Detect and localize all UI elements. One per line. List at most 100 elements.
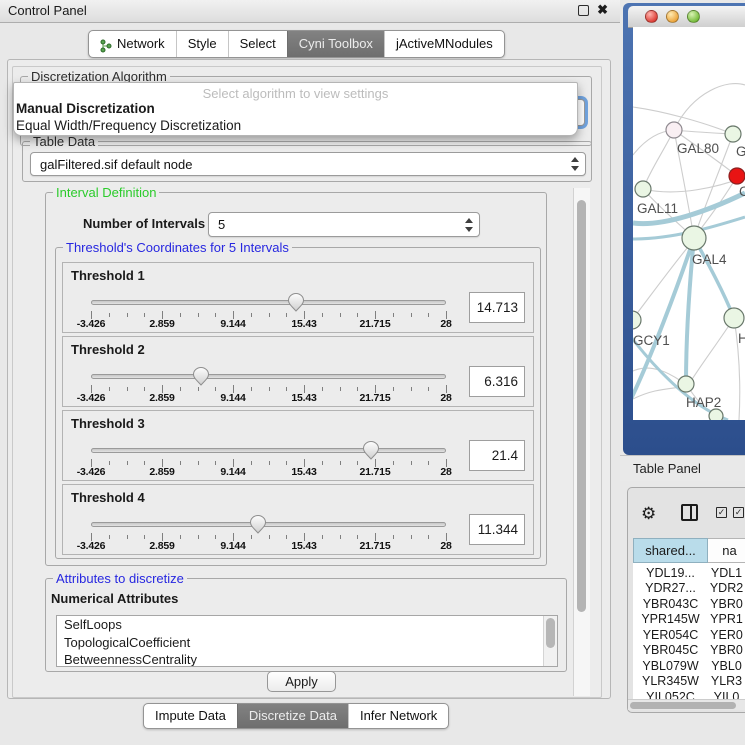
slider-tick [251,461,252,465]
slider-tick [428,461,429,465]
dropdown-item-equal-width-frequency[interactable]: Equal Width/Frequency Discretization [16,118,241,133]
slider-tick [198,387,199,391]
threshold-1-slider[interactable]: -3.4262.8599.14415.4321.71528 [63,263,533,332]
network-node[interactable] [633,311,641,329]
cell-name: YER0 [708,628,745,642]
table-horizontal-scrollbar[interactable] [628,699,745,710]
dropdown-item-manual-discretization[interactable]: Manual Discretization [16,101,155,116]
table-row[interactable]: YBR043CYBR0 [633,596,745,612]
column-header-name[interactable]: na [708,538,745,563]
table-row[interactable]: YDL19...YDL1 [633,565,745,581]
slider-tick [198,313,199,317]
table-row[interactable]: YBL079WYBL0 [633,658,745,674]
slider-track[interactable] [91,448,446,453]
table-row[interactable]: YIL052CYIL0 [633,689,745,699]
table-data-combobox[interactable]: galFiltered.sif default node [30,152,586,176]
slider-tick [286,461,287,465]
threshold-1-value-field[interactable]: 14.713 [469,292,525,323]
close-icon[interactable]: ✖ [597,2,608,18]
algorithm-dropdown-popup: Select algorithm to view settings Manual… [13,82,578,136]
gear-icon[interactable]: ⚙ [641,504,656,524]
slider-tick [357,461,358,465]
threshold-3-slider[interactable]: -3.4262.8599.14415.4321.71528 [63,411,533,480]
network-node[interactable] [666,122,682,138]
tab-jactivemnodules[interactable]: jActiveMNodules [384,31,504,57]
slider-tick [322,313,323,317]
network-node[interactable] [682,226,706,250]
numerical-attributes-list[interactable]: SelfLoopsTopologicalCoefficientBetweenne… [56,615,558,667]
column-layout-icon[interactable] [681,504,698,521]
slider-tick [127,461,128,465]
tab-impute-data[interactable]: Impute Data [144,704,237,728]
slider-tick-label: 9.144 [220,466,245,478]
close-traffic-light[interactable] [645,10,658,23]
minimize-traffic-light[interactable] [666,10,679,23]
tab-select[interactable]: Select [228,31,287,57]
slider-track[interactable] [91,374,446,379]
list-scrollbar[interactable] [543,616,557,667]
network-node[interactable] [724,308,744,328]
threshold-3-value-field[interactable]: 21.4 [469,440,525,471]
float-window-icon[interactable] [578,5,589,16]
network-node[interactable] [709,409,723,420]
slider-tick [393,461,394,465]
tab-discretize-data[interactable]: Discretize Data [237,704,348,728]
number-of-intervals-combobox[interactable]: 5 [208,212,480,237]
network-node[interactable] [635,181,651,197]
combo-stepper-icon[interactable] [464,218,474,232]
slider-thumb[interactable] [250,515,266,534]
combo-stepper-icon[interactable] [570,157,580,171]
attribute-list-item[interactable]: TopologicalCoefficient [57,634,557,652]
slider-tick-label: -3.426 [77,540,106,552]
table-row[interactable]: YBR045CYBR0 [633,643,745,659]
threshold-1-panel: Threshold 1 -3.4262.8599.14415.4321.7152… [62,262,534,333]
tab-style[interactable]: Style [176,31,228,57]
slider-thumb[interactable] [288,293,304,312]
table-row[interactable]: YER054CYER0 [633,627,745,643]
slider-tick [357,313,358,317]
scrollbar-thumb[interactable] [546,618,555,648]
threshold-2-panel: Threshold 2 -3.4262.8599.14415.4321.7152… [62,336,534,407]
table-row[interactable]: YDR27...YDR2 [633,581,745,597]
network-node[interactable] [729,168,745,184]
tab-label: Select [240,32,276,56]
network-node[interactable] [725,126,741,142]
slider-tick [109,535,110,539]
threshold-2-value-field[interactable]: 6.316 [469,366,525,397]
slider-tick [286,313,287,317]
slider-thumb[interactable] [193,367,209,386]
attribute-list-item[interactable]: BetweennessCentrality [57,651,557,667]
slider-track[interactable] [91,300,446,305]
network-canvas[interactable]: GAL80GCGAL11GAL4GCY1HHAP2 [633,27,745,420]
scrollbar-thumb[interactable] [630,702,736,709]
cell-shared-name: YBR045C [633,643,708,657]
tab-cyni-toolbox[interactable]: Cyni Toolbox [287,31,384,57]
apply-button[interactable]: Apply [267,671,336,692]
settings-scrollbar[interactable] [573,188,590,696]
network-node[interactable] [678,376,694,392]
checkbox-icon[interactable]: ✓ [716,507,727,518]
number-of-intervals-label: Number of Intervals [83,216,205,231]
tab-infer-network[interactable]: Infer Network [348,704,448,728]
table-row[interactable]: YLR345WYLR3 [633,674,745,690]
attribute-list-item[interactable]: SelfLoops [57,616,557,634]
checkbox-icon[interactable]: ✓ [733,507,744,518]
cell-shared-name: YBL079W [633,659,708,673]
tab-label: Network [117,32,165,56]
threshold-4-value-field[interactable]: 11.344 [469,514,525,545]
slider-tick [411,535,412,539]
slider-tick-label: 9.144 [220,540,245,552]
table-row[interactable]: YPR145WYPR1 [633,612,745,628]
zoom-traffic-light[interactable] [687,10,700,23]
threshold-4-slider[interactable]: -3.4262.8599.14415.4321.71528 [63,485,533,554]
column-header-shared-name[interactable]: shared... [633,538,708,563]
slider-tick [322,387,323,391]
network-window-titlebar[interactable] [628,6,745,28]
scrollbar-thumb[interactable] [577,200,586,612]
slider-tick-label: 2.859 [149,466,174,478]
threshold-2-slider[interactable]: -3.4262.8599.14415.4321.71528 [63,337,533,406]
slider-thumb[interactable] [363,441,379,460]
slider-track[interactable] [91,522,446,527]
cell-name: YBR0 [708,643,745,657]
tab-network[interactable]: Network [89,31,176,57]
